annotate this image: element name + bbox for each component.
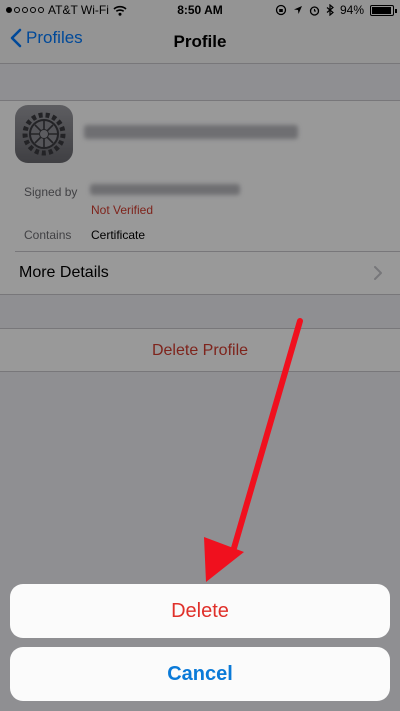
cancel-button[interactable]: Cancel [10, 647, 390, 701]
confirm-delete-button[interactable]: Delete [10, 584, 390, 638]
